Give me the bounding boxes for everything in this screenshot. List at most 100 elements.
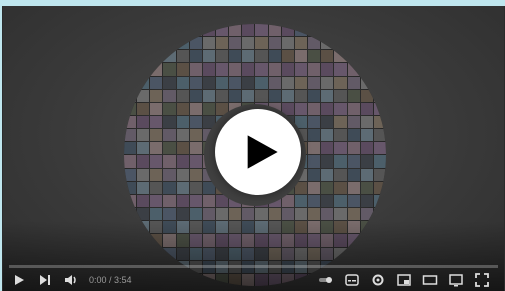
mosaic-tile bbox=[124, 194, 137, 208]
mosaic-tile bbox=[255, 208, 268, 221]
mosaic-tile bbox=[321, 168, 334, 181]
mosaic-tile bbox=[294, 24, 308, 37]
play-icon bbox=[247, 135, 278, 169]
mosaic-tile bbox=[334, 116, 347, 129]
mosaic-tile bbox=[255, 76, 268, 89]
time-display: 0:00 / 3:54 bbox=[89, 275, 132, 285]
mosaic-tile bbox=[189, 155, 202, 168]
next-button[interactable] bbox=[35, 271, 55, 289]
mosaic-tile bbox=[373, 142, 386, 155]
mosaic-tile bbox=[124, 37, 137, 50]
mosaic-tile bbox=[189, 181, 202, 194]
autoplay-toggle-icon bbox=[319, 277, 332, 283]
mosaic-tile bbox=[202, 102, 216, 116]
mosaic-tile bbox=[150, 142, 163, 155]
mosaic-tile bbox=[163, 37, 176, 50]
play-button[interactable] bbox=[9, 271, 29, 289]
mosaic-tile bbox=[242, 24, 255, 37]
mosaic-tile bbox=[163, 194, 176, 208]
mosaic-tile bbox=[229, 50, 242, 63]
mosaic-tile bbox=[229, 208, 242, 221]
mosaic-tile bbox=[347, 194, 360, 208]
mosaic-tile bbox=[347, 208, 360, 221]
mosaic-tile bbox=[176, 168, 189, 181]
mosaic-tile bbox=[124, 116, 137, 129]
mosaic-tile bbox=[281, 24, 294, 37]
mosaic-tile bbox=[294, 63, 308, 76]
mosaic-tile bbox=[347, 102, 360, 116]
mosaic-tile bbox=[334, 129, 347, 142]
mosaic-tile bbox=[321, 63, 334, 76]
mosaic-tile bbox=[308, 142, 321, 155]
mosaic-tile bbox=[308, 50, 321, 63]
mosaic-tile bbox=[150, 76, 163, 89]
mosaic-tile bbox=[294, 50, 308, 63]
progress-bar[interactable] bbox=[9, 265, 498, 268]
mosaic-tile bbox=[373, 24, 386, 37]
mosaic-tile bbox=[308, 89, 321, 102]
theater-mode-button[interactable] bbox=[420, 271, 440, 289]
mosaic-tile bbox=[294, 102, 308, 116]
mosaic-tile bbox=[334, 208, 347, 221]
mosaic-tile bbox=[163, 76, 176, 89]
mosaic-tile bbox=[163, 168, 176, 181]
subtitles-button[interactable] bbox=[342, 271, 362, 289]
mosaic-tile bbox=[268, 50, 281, 63]
autoplay-toggle[interactable] bbox=[316, 271, 336, 289]
mosaic-tile bbox=[294, 37, 308, 50]
mosaic-tile bbox=[189, 194, 202, 208]
mosaic-tile bbox=[124, 24, 137, 37]
large-play-button[interactable] bbox=[215, 109, 301, 195]
mosaic-tile bbox=[229, 37, 242, 50]
mosaic-tile bbox=[163, 155, 176, 168]
mosaic-tile bbox=[360, 181, 373, 194]
mosaic-tile bbox=[308, 37, 321, 50]
mosaic-tile bbox=[229, 24, 242, 37]
mosaic-tile bbox=[360, 50, 373, 63]
mosaic-tile bbox=[294, 194, 308, 208]
mosaic-tile bbox=[268, 24, 281, 37]
mosaic-tile bbox=[321, 24, 334, 37]
mosaic-tile bbox=[347, 142, 360, 155]
mosaic-tile bbox=[268, 76, 281, 89]
mosaic-tile bbox=[347, 89, 360, 102]
mosaic-tile bbox=[308, 24, 321, 37]
mosaic-tile bbox=[308, 155, 321, 168]
mosaic-tile bbox=[163, 50, 176, 63]
mute-button[interactable] bbox=[61, 271, 81, 289]
mosaic-tile bbox=[281, 50, 294, 63]
mosaic-tile bbox=[373, 102, 386, 116]
mosaic-tile bbox=[176, 89, 189, 102]
mosaic-tile bbox=[321, 181, 334, 194]
mosaic-tile bbox=[189, 142, 202, 155]
mosaic-tile bbox=[308, 181, 321, 194]
mosaic-tile bbox=[124, 142, 137, 155]
mosaic-tile bbox=[176, 76, 189, 89]
mosaic-tile bbox=[163, 142, 176, 155]
fullscreen-button[interactable] bbox=[472, 271, 492, 289]
video-player[interactable]: 0:00 / 3:54 bbox=[2, 6, 505, 291]
mosaic-tile bbox=[163, 102, 176, 116]
settings-button[interactable] bbox=[368, 271, 388, 289]
miniplayer-button[interactable] bbox=[394, 271, 414, 289]
mosaic-tile bbox=[255, 37, 268, 50]
mosaic-tile bbox=[216, 37, 229, 50]
mosaic-tile bbox=[150, 102, 163, 116]
mosaic-tile bbox=[360, 155, 373, 168]
mosaic-tile bbox=[176, 37, 189, 50]
mosaic-tile bbox=[202, 89, 216, 102]
mosaic-tile bbox=[321, 116, 334, 129]
volume-icon bbox=[65, 275, 76, 285]
mosaic-tile bbox=[334, 142, 347, 155]
mosaic-tile bbox=[163, 24, 176, 37]
mosaic-tile bbox=[373, 129, 386, 142]
control-bar: 0:00 / 3:54 bbox=[3, 269, 504, 291]
mosaic-tile bbox=[373, 89, 386, 102]
mosaic-tile bbox=[321, 142, 334, 155]
mosaic-tile bbox=[347, 181, 360, 194]
mosaic-tile bbox=[268, 208, 281, 221]
mosaic-tile bbox=[347, 24, 360, 37]
mosaic-tile bbox=[176, 155, 189, 168]
cast-button[interactable] bbox=[446, 271, 466, 289]
mosaic-tile bbox=[347, 63, 360, 76]
